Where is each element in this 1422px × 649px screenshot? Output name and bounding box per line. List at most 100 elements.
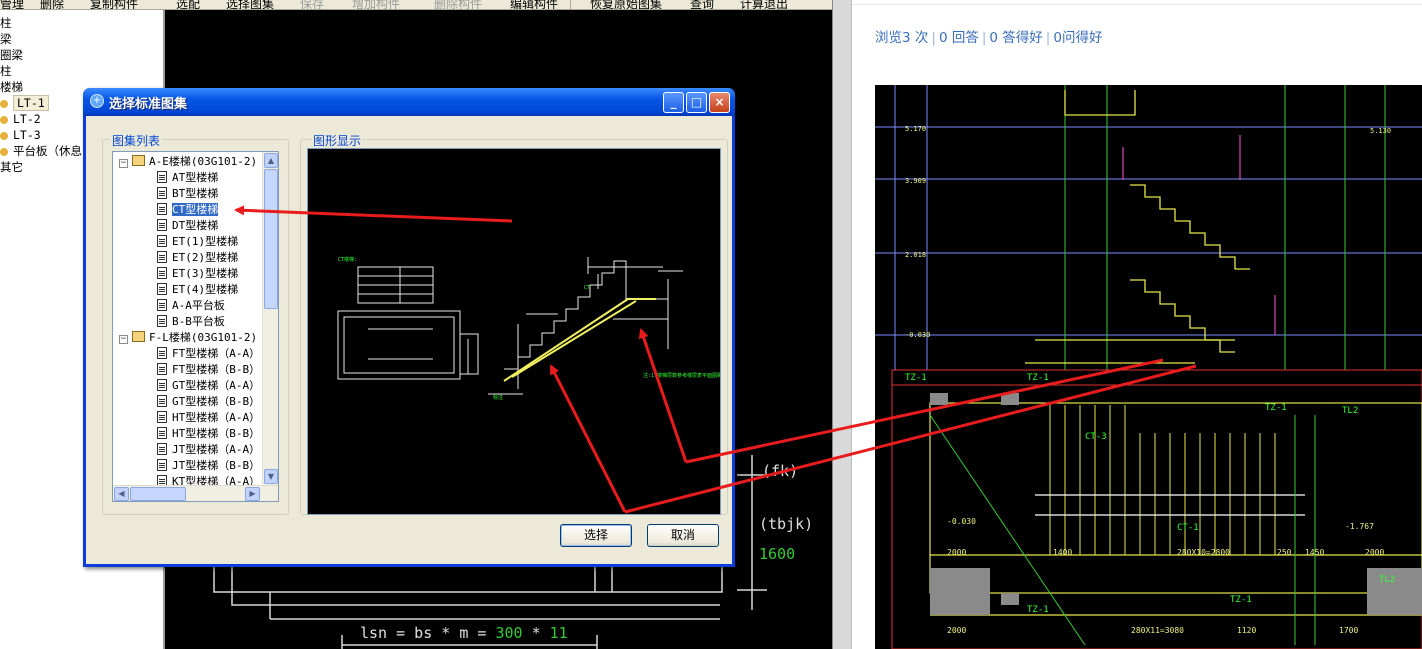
toolbar-restore-atlas[interactable]: 恢复原始图集 bbox=[590, 0, 662, 9]
list-item[interactable]: JT型楼梯（B-B） bbox=[157, 458, 260, 474]
toolbar-edit-component[interactable]: 编辑构件 bbox=[510, 0, 558, 9]
scroll-thumb[interactable] bbox=[264, 169, 278, 309]
toolbar-delete[interactable]: 删除 bbox=[40, 0, 64, 9]
collapse-toggle-icon[interactable]: − bbox=[119, 159, 128, 168]
toolbar-copy-component[interactable]: 复制构件 bbox=[90, 0, 138, 9]
list-vertical-scrollbar[interactable]: ▲ ▼ bbox=[262, 152, 278, 485]
list-item[interactable]: B-B平台板 bbox=[157, 314, 225, 330]
list-item[interactable]: JT型楼梯（A-A） bbox=[157, 442, 260, 458]
close-button[interactable]: × bbox=[709, 92, 730, 113]
svg-text:CT: CT bbox=[584, 285, 590, 291]
list-item[interactable]: FT型楼梯（B-B） bbox=[157, 362, 260, 378]
stat-good-answers[interactable]: 0 答得好 bbox=[989, 30, 1042, 46]
list-item[interactable]: GT型楼梯（B-B） bbox=[157, 394, 260, 410]
list-item-label: GT型楼梯（B-B） bbox=[172, 395, 261, 408]
cad-value-tbjk: 1600 bbox=[759, 545, 796, 563]
toolbar-select-atlas[interactable]: 选择图集 bbox=[226, 0, 274, 9]
document-icon bbox=[157, 443, 167, 455]
tree-item-other[interactable]: 其它 bbox=[0, 159, 23, 175]
list-item[interactable]: BT型楼梯 bbox=[157, 186, 218, 202]
svg-text:CT-3: CT-3 bbox=[1085, 432, 1107, 442]
list-item[interactable]: AT型楼梯 bbox=[157, 170, 218, 186]
list-item-selected[interactable]: CT型楼梯 bbox=[157, 202, 220, 218]
tree-item-landing[interactable]: 平台板（休息 bbox=[0, 143, 82, 159]
tree-item-column-2[interactable]: 柱 bbox=[0, 63, 12, 79]
stat-views[interactable]: 浏览3 次 bbox=[875, 30, 928, 46]
collapse-toggle-icon[interactable]: − bbox=[119, 335, 128, 344]
tree-item-label: LT-3 bbox=[13, 128, 41, 142]
scroll-right-arrow-icon[interactable]: ▶ bbox=[245, 487, 260, 501]
stair-preview-canvas: CT楼梯: 注:1.楼梯层数参考楼层表平面图确定。 标注 CT bbox=[307, 148, 732, 515]
list-item[interactable]: ET(1)型楼梯 bbox=[157, 234, 238, 250]
list-item[interactable]: HT型楼梯（A-A） bbox=[157, 410, 260, 426]
list-item[interactable]: ET(4)型楼梯 bbox=[157, 282, 238, 298]
document-icon bbox=[157, 235, 167, 247]
tree-item-stairs[interactable]: 楼梯 bbox=[0, 79, 23, 95]
list-item[interactable]: FT型楼梯（A-A） bbox=[157, 346, 260, 362]
list-item-label: DT型楼梯 bbox=[172, 219, 219, 232]
list-item-label: FT型楼梯（B-B） bbox=[172, 363, 261, 376]
list-item[interactable]: ET(3)型楼梯 bbox=[157, 266, 238, 282]
list-item[interactable]: ET(2)型楼梯 bbox=[157, 250, 238, 266]
maximize-button[interactable]: □ bbox=[686, 92, 707, 113]
document-icon bbox=[157, 315, 167, 327]
tree-item-label: 平台板（休息 bbox=[13, 144, 82, 158]
stair-section-drawing: 5.1703.909 2.018-0.030 5.130 TZ-1 TZ-1 T… bbox=[875, 85, 1422, 649]
list-group-label: F-L楼梯(03G101-2) bbox=[149, 331, 258, 344]
tree-item-lt3[interactable]: LT-3 bbox=[0, 127, 41, 143]
tree-item-ring-beam[interactable]: 圈梁 bbox=[0, 47, 23, 63]
document-icon bbox=[157, 299, 167, 311]
tree-item-beam[interactable]: 梁 bbox=[0, 31, 12, 47]
stat-answers[interactable]: 0 回答 bbox=[939, 30, 979, 46]
list-item-label: BT型楼梯 bbox=[172, 187, 219, 200]
stat-good-questions[interactable]: 0问得好 bbox=[1053, 30, 1102, 46]
tree-item-lt2[interactable]: LT-2 bbox=[0, 111, 41, 127]
document-icon bbox=[157, 411, 167, 423]
minimize-button[interactable]: _ bbox=[663, 92, 684, 113]
tree-item-lt1[interactable]: LT-1 bbox=[0, 95, 49, 111]
atlas-tree-list[interactable]: − A-E楼梯(03G101-2) AT型楼梯 BT型楼梯 CT型楼梯 DT型楼梯… bbox=[112, 151, 279, 502]
toolbar-manage[interactable]: 管理 bbox=[0, 0, 24, 9]
dialog-titlebar[interactable]: + 选择标准图集 _ □ × bbox=[83, 88, 735, 116]
cancel-button[interactable]: 取消 bbox=[647, 524, 719, 547]
window-splitter[interactable] bbox=[832, 0, 852, 649]
cad-formula-bs: 300 bbox=[495, 624, 523, 642]
toolbar-add-component[interactable]: 增加构件 bbox=[352, 0, 400, 9]
svg-text:280X10=2800: 280X10=2800 bbox=[1177, 548, 1230, 557]
list-group-f-l[interactable]: − F-L楼梯(03G101-2) bbox=[119, 330, 257, 346]
list-group-a-e[interactable]: − A-E楼梯(03G101-2) bbox=[119, 154, 257, 170]
select-button[interactable]: 选择 bbox=[560, 524, 632, 547]
toolbar-query[interactable]: 查询 bbox=[690, 0, 714, 9]
list-item-label: JT型楼梯（A-A） bbox=[172, 443, 261, 456]
toolbar-calc-exit[interactable]: 计算退出 bbox=[740, 0, 788, 9]
svg-text:2000: 2000 bbox=[947, 548, 966, 557]
list-item-label: ET(3)型楼梯 bbox=[172, 267, 239, 280]
toolbar-delete-component[interactable]: 删除构件 bbox=[434, 0, 482, 9]
svg-text:TZ-1: TZ-1 bbox=[905, 373, 927, 383]
document-icon bbox=[157, 219, 167, 231]
svg-text:CT-1: CT-1 bbox=[1177, 523, 1199, 533]
svg-text:TZ-1: TZ-1 bbox=[1230, 595, 1252, 605]
scroll-down-arrow-icon[interactable]: ▼ bbox=[264, 469, 278, 484]
document-icon bbox=[157, 347, 167, 359]
svg-text:5.170: 5.170 bbox=[905, 125, 926, 133]
tree-item-column[interactable]: 柱 bbox=[0, 15, 12, 31]
scroll-left-arrow-icon[interactable]: ◀ bbox=[114, 487, 129, 501]
main-toolbar: 管理 删除 复制构件 选配 选择图集 保存 增加构件 删除构件 编辑构件 恢复原… bbox=[0, 0, 835, 10]
list-item-label: FT型楼梯（A-A） bbox=[172, 347, 261, 360]
atlas-list-label: 图集列表 bbox=[110, 132, 163, 149]
list-item[interactable]: GT型楼梯（A-A） bbox=[157, 378, 260, 394]
list-item[interactable]: HT型楼梯（B-B） bbox=[157, 426, 260, 442]
scroll-up-arrow-icon[interactable]: ▲ bbox=[264, 153, 278, 168]
stat-separator: | bbox=[981, 30, 987, 46]
list-item[interactable]: DT型楼梯 bbox=[157, 218, 218, 234]
web-header-edge bbox=[852, 0, 1422, 5]
toolbar-save[interactable]: 保存 bbox=[300, 0, 324, 9]
toolbar-match[interactable]: 选配 bbox=[176, 0, 200, 9]
list-item[interactable]: A-A平台板 bbox=[157, 298, 225, 314]
scroll-thumb[interactable] bbox=[130, 487, 186, 501]
tree-item-label: LT-2 bbox=[13, 112, 41, 126]
list-item-label: ET(4)型楼梯 bbox=[172, 283, 239, 296]
svg-text:3.909: 3.909 bbox=[905, 177, 926, 185]
list-horizontal-scrollbar[interactable]: ◀ ▶ bbox=[113, 485, 278, 501]
